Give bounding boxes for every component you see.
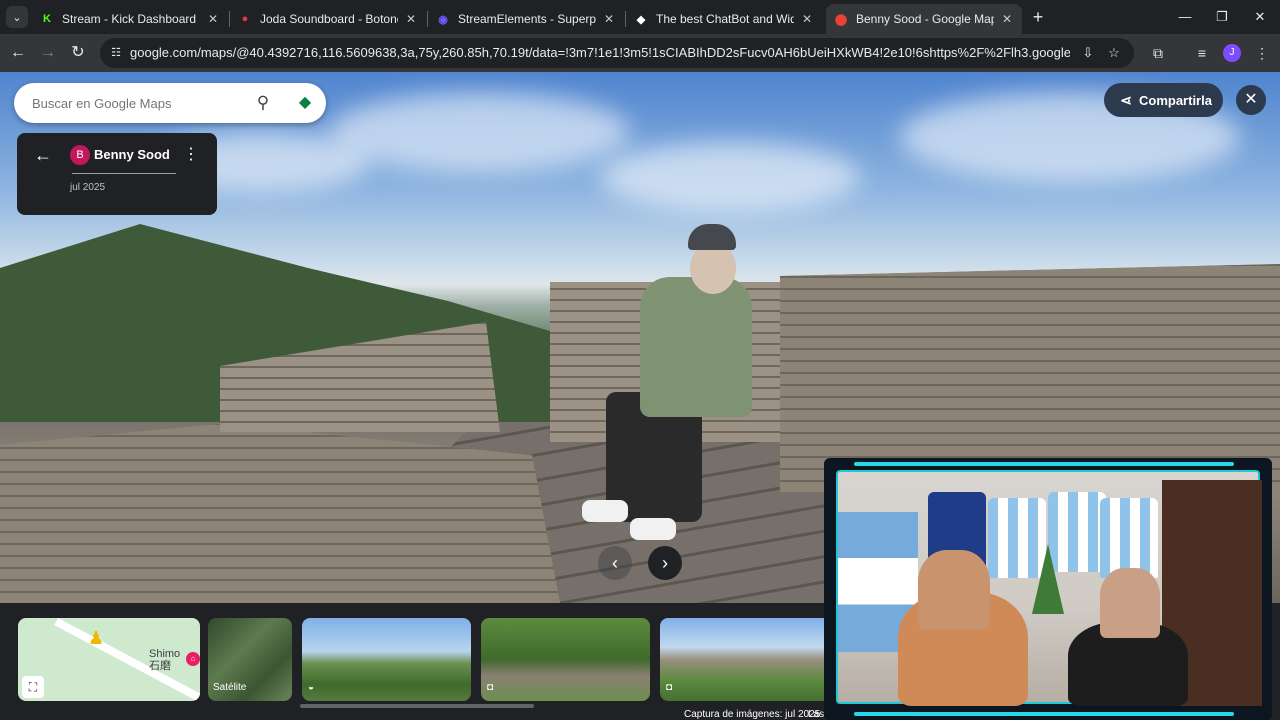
soundboard-icon: ●: [241, 13, 249, 25]
360-photo-icon: ◒: [308, 682, 315, 693]
share-button[interactable]: ⋖ Compartirla: [1104, 83, 1223, 117]
person-cap: [688, 224, 736, 250]
tab-streamelements[interactable]: ◉ StreamElements - Superposicio ✕: [428, 4, 624, 34]
browser-menu-icon[interactable]: ⋮: [1252, 43, 1272, 63]
pegman-icon: ♟: [88, 628, 105, 648]
install-app-icon[interactable]: ⇩: [1080, 45, 1096, 61]
close-tab-icon[interactable]: ✕: [800, 12, 814, 26]
author-name[interactable]: Benny Sood: [94, 147, 170, 162]
maps-search-box[interactable]: ⚲ ◆: [14, 83, 326, 123]
streamer-male-head: [918, 550, 990, 630]
tab-title: Joda Soundboard - Botones de: [260, 12, 398, 26]
close-street-view-icon[interactable]: ✕: [1236, 85, 1266, 115]
streamer-female-head: [1100, 568, 1160, 638]
satellite-thumbnail[interactable]: Satélite: [208, 618, 292, 701]
restore-icon[interactable]: ❐: [1207, 6, 1237, 28]
photo-thumbnail[interactable]: ◘: [481, 618, 650, 701]
shoe: [582, 500, 628, 522]
reload-icon[interactable]: ↻: [68, 43, 88, 63]
next-arrow-icon[interactable]: ›: [648, 546, 682, 580]
photo-thumbnail[interactable]: ◘: [660, 618, 830, 701]
cloud: [600, 142, 860, 212]
tab-title: The best ChatBot and Widgets: [656, 12, 794, 26]
more-options-icon[interactable]: ⋮: [183, 145, 199, 165]
name-underline: [72, 173, 176, 174]
tab-title: Benny Sood - Google Maps: [856, 12, 994, 26]
new-tab-icon[interactable]: +: [1028, 7, 1048, 27]
place-name-cjk: 石磨: [149, 660, 171, 672]
back-arrow-icon[interactable]: ←: [33, 145, 53, 165]
profile-avatar[interactable]: J: [1223, 44, 1241, 62]
minimize-icon[interactable]: —: [1170, 6, 1200, 28]
capture-caption: Captura de imágenes: jul 2025: [684, 709, 821, 720]
browser-toolbar: ← → ↻ ☷ google.com/maps/@40.4392716,116.…: [0, 34, 1280, 72]
capture-date: jul 2025: [70, 182, 106, 193]
close-tab-icon[interactable]: ✕: [404, 12, 418, 26]
share-icon: ⋖: [1120, 92, 1132, 108]
site-info-icon[interactable]: ☷: [108, 45, 124, 61]
webcam-feed: [836, 470, 1262, 706]
forward-icon[interactable]: →: [38, 43, 58, 63]
kick-icon: K: [43, 13, 51, 25]
maps-pin-icon: ⬤: [834, 13, 848, 26]
tab-google-maps[interactable]: ⬤ Benny Sood - Google Maps ✕: [826, 4, 1022, 34]
photo-info-card: ← B Benny Sood ⋮ jul 2025: [17, 133, 217, 215]
minimap-thumbnail[interactable]: ♟ Shimo 石磨 ⌂ ⛶: [18, 618, 200, 701]
camera-icon: ◘: [487, 682, 494, 693]
webcam-overlay: [824, 458, 1272, 720]
streamelements-icon: ◉: [438, 13, 448, 26]
christmas-tree: [1032, 544, 1064, 614]
tab-kick-dashboard[interactable]: K Stream - Kick Dashboard ✕: [32, 4, 228, 34]
prev-arrow-icon[interactable]: ‹: [598, 546, 632, 580]
camera-icon: ◘: [666, 682, 673, 693]
photo-thumbnail[interactable]: ◒: [302, 618, 471, 701]
right-wall: [780, 264, 1280, 492]
search-input[interactable]: [32, 93, 242, 113]
close-tab-icon[interactable]: ✕: [602, 12, 616, 26]
tab-search-dropdown-icon[interactable]: ⌄: [6, 6, 28, 28]
place-pin-icon[interactable]: ⌂: [186, 652, 200, 666]
cloud: [330, 92, 630, 172]
bookmark-star-icon[interactable]: ☆: [1106, 45, 1122, 61]
back-icon[interactable]: ←: [8, 43, 28, 63]
satellite-label: Satélite: [213, 682, 247, 693]
place-label: Shimo 石磨: [149, 648, 180, 672]
author-avatar[interactable]: B: [70, 145, 90, 165]
close-tab-icon[interactable]: ✕: [206, 12, 220, 26]
address-bar[interactable]: ☷ google.com/maps/@40.4392716,116.560963…: [100, 38, 1134, 68]
tab-joda-soundboard[interactable]: ● Joda Soundboard - Botones de ✕: [230, 4, 426, 34]
tab-title: Stream - Kick Dashboard: [62, 12, 197, 26]
share-label: Compartirla: [1139, 93, 1212, 108]
directions-icon[interactable]: ◆: [294, 92, 316, 114]
chatbot-icon: ◆: [636, 13, 646, 26]
place-name: Shimo: [149, 648, 181, 660]
url-text[interactable]: google.com/maps/@40.4392716,116.5609638,…: [130, 45, 1070, 60]
neon-frame-bottom: [854, 712, 1234, 716]
media-control-icon[interactable]: ≡: [1192, 43, 1212, 63]
tab-chatbot-widgets[interactable]: ◆ The best ChatBot and Widgets ✕: [626, 4, 822, 34]
extensions-icon[interactable]: ⧉: [1148, 43, 1168, 63]
close-tab-icon[interactable]: ✕: [1000, 12, 1014, 26]
jersey: [1100, 498, 1158, 578]
tab-title: StreamElements - Superposicio: [458, 12, 596, 26]
neon-frame-top: [854, 462, 1234, 466]
browser-tab-strip: ⌄ K Stream - Kick Dashboard ✕ ● Joda Sou…: [0, 0, 1280, 34]
shoe: [630, 518, 676, 540]
filmstrip-scrollbar[interactable]: [300, 704, 534, 708]
search-icon[interactable]: ⚲: [252, 92, 274, 114]
expand-map-icon[interactable]: ⛶: [22, 676, 44, 698]
person-jacket: [640, 277, 752, 417]
window-close-icon[interactable]: ✕: [1245, 6, 1275, 28]
